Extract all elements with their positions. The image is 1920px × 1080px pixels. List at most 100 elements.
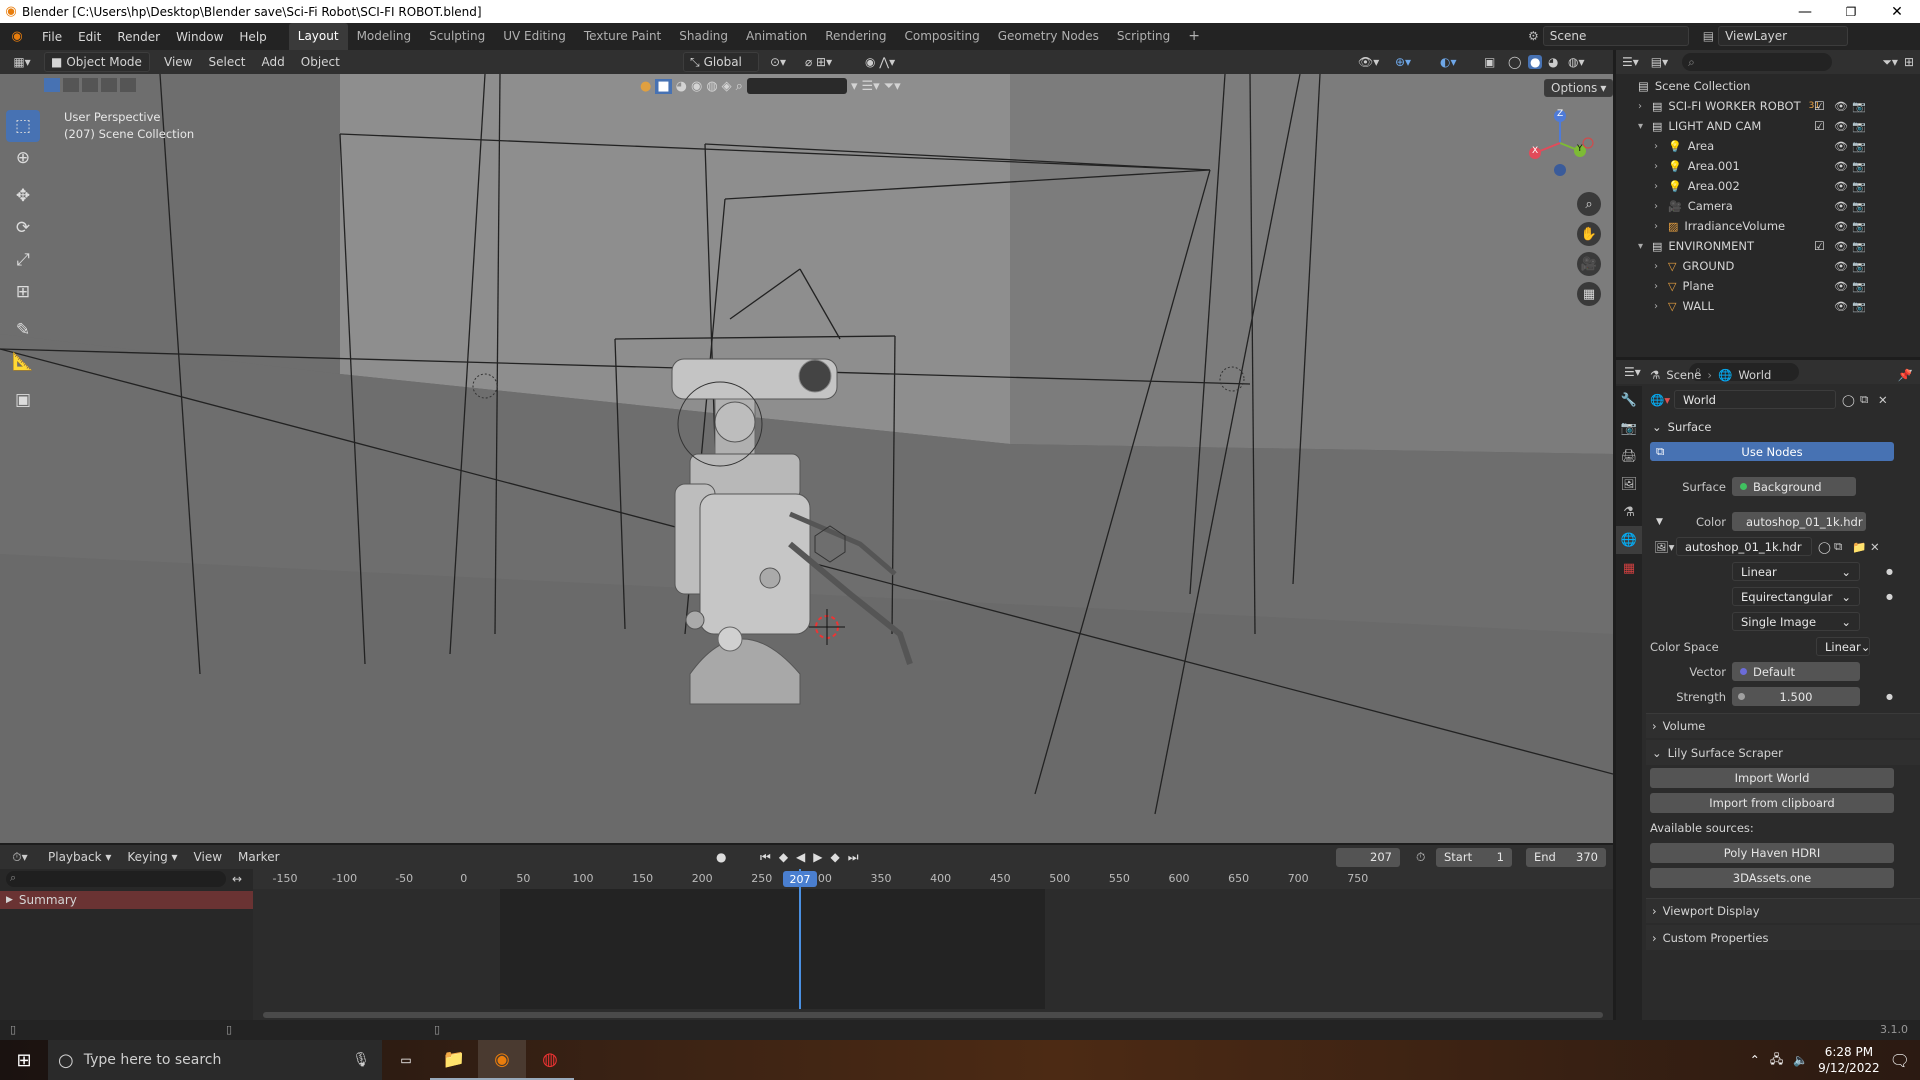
outliner-root[interactable]: ▤ Scene Collection bbox=[1616, 76, 1920, 96]
pin-icon[interactable]: 📌 bbox=[1898, 368, 1912, 382]
expand-arrow-icon[interactable]: › bbox=[1654, 201, 1668, 212]
summary-channel[interactable]: ▶ Summary bbox=[0, 891, 253, 909]
viewport-display-panel-header[interactable]: › Viewport Display bbox=[1646, 898, 1920, 923]
scene-tab-icon[interactable]: ⚗ bbox=[1616, 498, 1642, 526]
menu-help[interactable]: Help bbox=[231, 30, 274, 44]
menu-select[interactable]: Select bbox=[200, 55, 253, 69]
timeline-editor-icon[interactable]: ⏱▾ bbox=[0, 850, 40, 865]
interpolation-dropdown[interactable]: Linear ⌄ bbox=[1732, 562, 1860, 581]
orientation-selector[interactable]: ⤡ Global bbox=[683, 52, 759, 72]
strength-keyframe-dot[interactable]: ● bbox=[1886, 692, 1893, 701]
wireframe-shading-icon[interactable]: ◯ bbox=[1508, 55, 1521, 69]
image-fake-user-icon[interactable]: ◯ bbox=[1818, 540, 1831, 554]
image-browse-icon[interactable]: 🖼▾ bbox=[1654, 540, 1674, 554]
snap-icon[interactable]: ⌀ ⊞▾ bbox=[805, 55, 832, 69]
light-filter-icon[interactable]: ◕ bbox=[676, 79, 687, 94]
expand-arrow-icon[interactable]: › bbox=[1654, 141, 1668, 152]
start-frame-field[interactable]: Start 1 bbox=[1436, 847, 1512, 867]
select-extend-icon[interactable] bbox=[63, 78, 79, 92]
timeline-dopesheet[interactable]: -150 -100 -50 0 50 100 150 200 250 300 350 400 450 50… bbox=[253, 869, 1613, 1030]
other-filter-icon[interactable]: ◈ bbox=[722, 79, 732, 94]
volume-icon[interactable]: 🔈 bbox=[1793, 1053, 1808, 1067]
custom-properties-panel-header[interactable]: › Custom Properties bbox=[1646, 925, 1920, 950]
menu-marker[interactable]: Marker bbox=[230, 850, 287, 864]
search-filter-icon[interactable]: ⌕ bbox=[736, 79, 743, 94]
annotate-tool-icon[interactable]: ✎ bbox=[6, 314, 40, 346]
blender-menu-icon[interactable]: ◉ bbox=[0, 29, 34, 44]
render-tab-icon[interactable]: 📷 bbox=[1616, 414, 1642, 442]
outliner-row-ground[interactable]: › ▽ GROUND 👁 📷 bbox=[1616, 256, 1920, 276]
exclude-checkbox[interactable]: ☑ bbox=[1814, 119, 1825, 133]
visibility-eye-icon[interactable]: 👁 bbox=[1834, 280, 1848, 293]
task-view-icon[interactable]: ▭ bbox=[382, 1040, 430, 1080]
view-layer-selector[interactable]: ViewLayer bbox=[1718, 26, 1849, 46]
menu-timeline-view[interactable]: View bbox=[186, 850, 230, 864]
3dassets-source-button[interactable]: 3DAssets.one bbox=[1650, 867, 1894, 888]
menu-object[interactable]: Object bbox=[293, 55, 348, 69]
blender-taskbar-icon[interactable]: ◉ bbox=[478, 1040, 526, 1080]
image-unlink-icon[interactable]: ✕ bbox=[1870, 540, 1880, 554]
filter-dropdown-icon[interactable]: ▾ bbox=[851, 79, 858, 94]
visibility-icon[interactable]: 👁▾ bbox=[1358, 55, 1379, 69]
exclude-checkbox[interactable]: ☑ bbox=[1814, 239, 1825, 253]
outliner-row-area[interactable]: › 💡 Area 👁 📷 bbox=[1616, 136, 1920, 156]
measure-tool-icon[interactable]: 📐 bbox=[6, 346, 40, 378]
tab-texture-paint[interactable]: Texture Paint bbox=[575, 23, 670, 50]
tool-tab-icon[interactable]: 🔧 bbox=[1616, 386, 1642, 414]
record-icon[interactable]: ● bbox=[716, 850, 726, 864]
new-collection-icon[interactable]: ⊞ bbox=[1904, 55, 1914, 69]
duplicate-world-icon[interactable]: ⧉ bbox=[1860, 392, 1868, 407]
overlay-toggle-icon[interactable]: ◐▾ bbox=[1440, 55, 1457, 69]
visibility-eye-icon[interactable]: 👁 bbox=[1834, 160, 1848, 173]
end-frame-field[interactable]: End 370 bbox=[1526, 847, 1606, 867]
mode-selector[interactable]: ■ Object Mode bbox=[44, 52, 150, 72]
image-name-field[interactable]: autoshop_01_1k.hdr bbox=[1676, 537, 1812, 556]
transform-tool-icon[interactable]: ⊞ bbox=[6, 276, 40, 308]
minimize-button[interactable]: — bbox=[1782, 0, 1828, 23]
pan-hand-icon[interactable]: ✋ bbox=[1577, 222, 1601, 246]
outliner-row-area-001[interactable]: › 💡 Area.001 👁 📷 bbox=[1616, 156, 1920, 176]
file-explorer-icon[interactable]: 📁 bbox=[430, 1040, 478, 1080]
tab-compositing[interactable]: Compositing bbox=[895, 23, 988, 50]
close-button[interactable]: ✕ bbox=[1874, 0, 1920, 23]
volume-panel-header[interactable]: › Volume bbox=[1646, 713, 1920, 738]
add-cube-tool-icon[interactable]: ▣ bbox=[6, 384, 40, 416]
render-camera-icon[interactable]: 📷 bbox=[1852, 160, 1866, 173]
add-workspace-button[interactable]: + bbox=[1179, 23, 1209, 50]
mesh-filter-icon[interactable]: ■ bbox=[655, 78, 672, 94]
addon-panel-header[interactable]: ⌄ Lily Surface Scraper bbox=[1646, 740, 1920, 765]
render-camera-icon[interactable]: 📷 bbox=[1852, 220, 1866, 233]
surface-shader-field[interactable]: Background bbox=[1732, 477, 1856, 496]
current-frame-field[interactable]: 207 bbox=[1336, 847, 1400, 867]
render-camera-icon[interactable]: 📷 bbox=[1852, 200, 1866, 213]
prev-keyframe-icon[interactable]: ◆ bbox=[779, 850, 788, 865]
jump-end-icon[interactable]: ⏭ bbox=[848, 850, 859, 865]
xray-icon[interactable]: ▣ bbox=[1484, 55, 1495, 69]
expand-arrow-icon[interactable]: › bbox=[1654, 301, 1668, 312]
select-subtract-icon[interactable] bbox=[82, 78, 98, 92]
image-open-folder-icon[interactable]: 📁 bbox=[1852, 540, 1866, 554]
outliner-row-irradiancevolume[interactable]: › ▨ IrradianceVolume 👁 📷 bbox=[1616, 216, 1920, 236]
select-new-icon[interactable] bbox=[44, 78, 60, 92]
menu-window[interactable]: Window bbox=[168, 30, 231, 44]
outliner-row-wall[interactable]: › ▽ WALL 👁 📷 bbox=[1616, 296, 1920, 316]
windows-start-icon[interactable]: ⊞ bbox=[0, 1040, 48, 1080]
pivot-icon[interactable]: ⊙▾ bbox=[770, 55, 786, 69]
polyhaven-source-button[interactable]: Poly Haven HDRI bbox=[1650, 842, 1894, 863]
select-intersect-icon[interactable] bbox=[120, 78, 136, 92]
menu-edit[interactable]: Edit bbox=[70, 30, 109, 44]
expand-arrow-icon[interactable]: ▾ bbox=[1638, 241, 1652, 252]
expand-arrow-icon[interactable]: › bbox=[1638, 101, 1652, 112]
color-input-field[interactable]: autoshop_01_1k.hdr bbox=[1732, 512, 1866, 531]
editor-type-icon[interactable]: ▦▾ bbox=[0, 55, 44, 69]
image-duplicate-icon[interactable]: ⧉ bbox=[1834, 539, 1842, 554]
outliner-row-area-002[interactable]: › 💡 Area.002 👁 📷 bbox=[1616, 176, 1920, 196]
vector-input-field[interactable]: Default bbox=[1732, 662, 1860, 681]
render-camera-icon[interactable]: 📷 bbox=[1852, 240, 1866, 253]
taskbar-search[interactable]: ○ Type here to search 🎙 bbox=[48, 1040, 382, 1080]
render-camera-icon[interactable]: 📷 bbox=[1852, 260, 1866, 273]
visibility-eye-icon[interactable]: 👁 bbox=[1834, 120, 1848, 133]
exclude-checkbox[interactable]: ☑ bbox=[1814, 99, 1825, 113]
tab-layout[interactable]: Layout bbox=[288, 23, 348, 50]
projection-keyframe-dot[interactable]: ● bbox=[1886, 592, 1893, 601]
